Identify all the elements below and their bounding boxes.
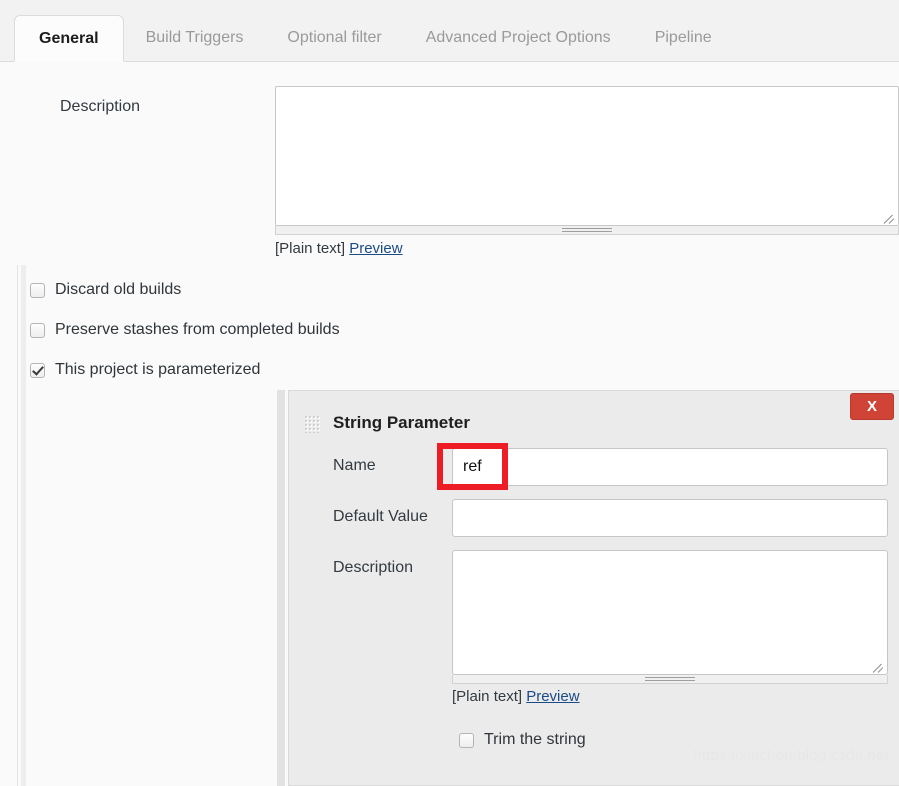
job-description-textarea-wrap [275,86,899,226]
tab-pipeline[interactable]: Pipeline [633,15,734,61]
preserve-stashes-checkbox[interactable] [30,322,45,338]
parameter-default-value-label: Default Value [333,508,428,525]
parameter-description-dragbar[interactable] [452,675,888,684]
option-preserve-stashes[interactable]: Preserve stashes from completed builds [30,321,340,339]
dragbar-grip-icon [562,228,612,232]
jenkins-job-config-screen: General Build Triggers Optional filter A… [0,0,899,786]
tab-pipeline-label: Pipeline [654,29,712,46]
parameter-markup-type: [Plain text] [452,688,523,705]
preserve-stashes-label[interactable]: Preserve stashes from completed builds [55,321,340,339]
job-description-row: Description [Plain text] Preview [0,86,899,266]
job-description-label: Description [60,98,141,115]
options-left-rule-shadow [21,265,26,786]
job-description-markup-type: [Plain text] [275,240,346,257]
parameter-default-value-input[interactable] [452,499,888,537]
discard-old-builds-checkbox[interactable] [30,282,45,298]
parameter-description-textarea[interactable] [453,551,887,674]
job-description-dragbar[interactable] [275,226,899,235]
job-description-preview-link[interactable]: Preview [349,240,402,257]
tab-build-triggers[interactable]: Build Triggers [124,15,266,61]
tab-advanced-project-options-label: Advanced Project Options [425,29,611,46]
option-discard-old-builds[interactable]: Discard old builds [30,281,181,299]
job-description-textarea[interactable] [276,87,898,225]
parameter-name-input[interactable] [452,448,888,486]
watermark: https://xinchen.blog.csdn.net [693,747,889,764]
tab-optional-filter[interactable]: Optional filter [265,15,403,61]
parameter-markup-row: [Plain text] Preview [452,688,580,705]
parameter-description-label: Description [333,559,414,576]
option-this-project-is-parameterized[interactable]: This project is parameterized [30,361,260,379]
string-parameter-panel: String Parameter X Name Default Value De… [288,390,899,786]
parameter-description-textarea-wrap [452,550,888,675]
trim-the-string-label[interactable]: Trim the string [484,731,586,749]
parameter-preview-link[interactable]: Preview [526,688,579,705]
parameter-panel-gutter [277,390,285,786]
tab-general-label: General [39,29,99,47]
delete-parameter-button[interactable]: X [850,393,894,420]
job-description-markup-row: [Plain text] Preview [275,240,403,257]
option-trim-the-string[interactable]: Trim the string [459,731,586,749]
tab-advanced-project-options[interactable]: Advanced Project Options [404,15,633,61]
tab-build-triggers-label: Build Triggers [145,29,244,46]
tab-general[interactable]: General [14,15,124,62]
drag-handle-icon[interactable] [304,415,320,433]
string-parameter-title: String Parameter [333,413,470,432]
config-tabbar: General Build Triggers Optional filter A… [0,0,899,62]
this-project-is-parameterized-checkbox[interactable] [30,362,45,378]
discard-old-builds-label[interactable]: Discard old builds [55,281,181,299]
parameter-dragbar-grip-icon [645,677,695,681]
this-project-is-parameterized-label[interactable]: This project is parameterized [55,361,260,379]
options-left-rule [17,265,18,786]
parameter-name-label: Name [333,457,376,474]
trim-the-string-checkbox[interactable] [459,732,474,748]
tab-optional-filter-label: Optional filter [287,29,382,46]
